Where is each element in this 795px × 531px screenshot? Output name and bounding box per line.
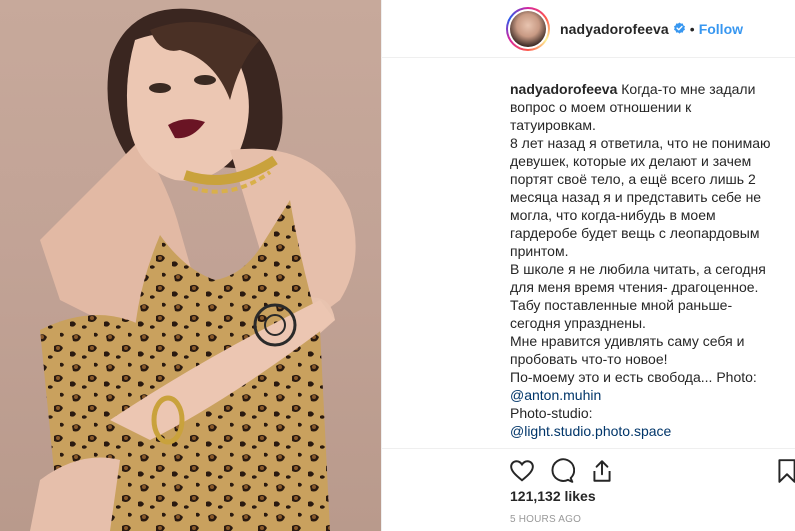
post-caption: nadyadorofeeva Когда-то мне задали вопро… [510, 80, 780, 440]
bookmark-icon[interactable] [774, 458, 795, 484]
caption-text-3: В школе я не любила читать, а сегодня дл… [510, 261, 766, 295]
heart-icon[interactable] [509, 458, 535, 484]
avatar[interactable] [510, 10, 546, 47]
mention-link-studio[interactable]: @light.studio.photo.space [510, 423, 671, 439]
share-icon[interactable] [589, 458, 615, 484]
verified-badge-icon [673, 22, 685, 34]
caption-text-4: Табу поставленные мной раньше- сегодня у… [510, 297, 733, 331]
post-photo-illustration [30, 8, 356, 531]
caption-text-2: 8 лет назад я ответила, что не понимаю д… [510, 135, 771, 259]
caption-photo-studio: Photo-studio: [510, 405, 593, 421]
caption-text-5: Мне нравится удивлять саму себя и пробов… [510, 333, 745, 367]
likes-count[interactable]: 121,132 likes [510, 488, 596, 504]
post-actions [382, 448, 795, 488]
follow-button[interactable]: Follow [699, 21, 743, 37]
comment-icon[interactable] [549, 458, 575, 484]
separator-dot: • [689, 20, 695, 37]
mention-link-anton[interactable]: @anton.muhin [510, 387, 601, 403]
post-header: nadyadorofeeva • Follow [382, 0, 795, 58]
post-panel: nadyadorofeeva • Follow nadyadorofeeva К… [381, 0, 795, 531]
caption-username[interactable]: nadyadorofeeva [510, 81, 617, 97]
username-link[interactable]: nadyadorofeeva [560, 21, 669, 37]
post-photo[interactable] [0, 0, 381, 531]
avatar-frame [508, 8, 548, 49]
caption-line-1: nadyadorofeeva Когда-то мне задали вопро… [510, 80, 780, 134]
caption-text-6: По-моему это и есть свобода... Photo: [510, 369, 757, 385]
story-ring[interactable] [506, 6, 550, 51]
post-timestamp[interactable]: 5 HOURS AGO [510, 514, 581, 525]
